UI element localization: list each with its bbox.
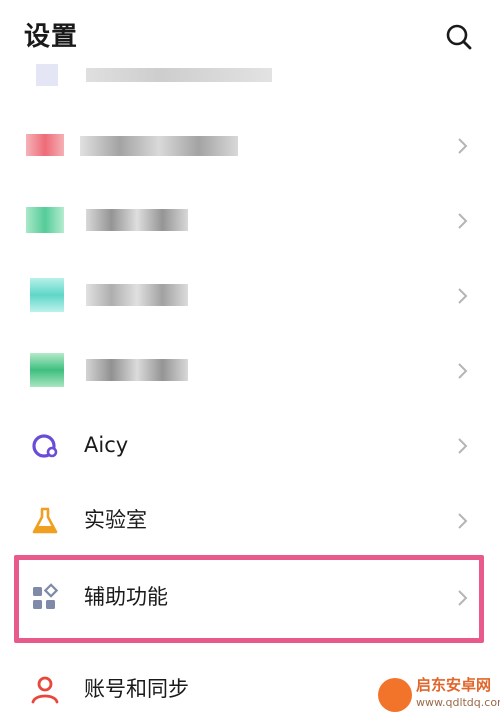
blurred-icon xyxy=(30,278,64,312)
blurred-label xyxy=(86,68,272,82)
account-icon xyxy=(31,676,59,704)
watermark-brand: 启东安卓网 xyxy=(416,676,492,694)
settings-item-blurred-2[interactable] xyxy=(0,183,500,259)
blurred-icon xyxy=(30,353,64,387)
chevron-right-icon xyxy=(458,288,468,304)
watermark: 启东安卓网 www.qdltdq.com xyxy=(378,672,500,718)
settings-item-partial[interactable] xyxy=(0,60,500,96)
settings-item-label: 实验室 xyxy=(84,508,147,532)
chevron-right-icon xyxy=(458,513,468,529)
blurred-label xyxy=(86,359,188,381)
blurred-icon xyxy=(26,207,64,233)
search-icon[interactable] xyxy=(444,22,474,52)
chevron-right-icon xyxy=(458,363,468,379)
flask-icon xyxy=(32,507,58,534)
settings-item-lab[interactable]: 实验室 xyxy=(0,483,500,559)
chevron-right-icon xyxy=(458,138,468,154)
settings-item-blurred-1[interactable] xyxy=(0,108,500,184)
chevron-right-icon xyxy=(458,438,468,454)
blurred-label xyxy=(86,209,188,231)
chevron-right-icon xyxy=(458,213,468,229)
settings-item-blurred-4[interactable] xyxy=(0,333,500,409)
settings-item-label: 账号和同步 xyxy=(84,677,189,701)
blurred-label xyxy=(80,136,238,156)
aicy-icon xyxy=(32,434,58,458)
blurred-icon xyxy=(26,134,64,156)
settings-item-blurred-3[interactable] xyxy=(0,258,500,334)
blurred-label xyxy=(86,284,188,306)
watermark-logo-icon xyxy=(378,678,412,712)
highlight-box xyxy=(14,555,484,643)
page-title: 设置 xyxy=(24,22,79,52)
blurred-icon xyxy=(36,64,58,86)
watermark-url: www.qdltdq.com xyxy=(416,696,500,709)
settings-item-aicy[interactable]: Aicy xyxy=(0,408,500,484)
settings-item-label: Aicy xyxy=(84,433,129,457)
